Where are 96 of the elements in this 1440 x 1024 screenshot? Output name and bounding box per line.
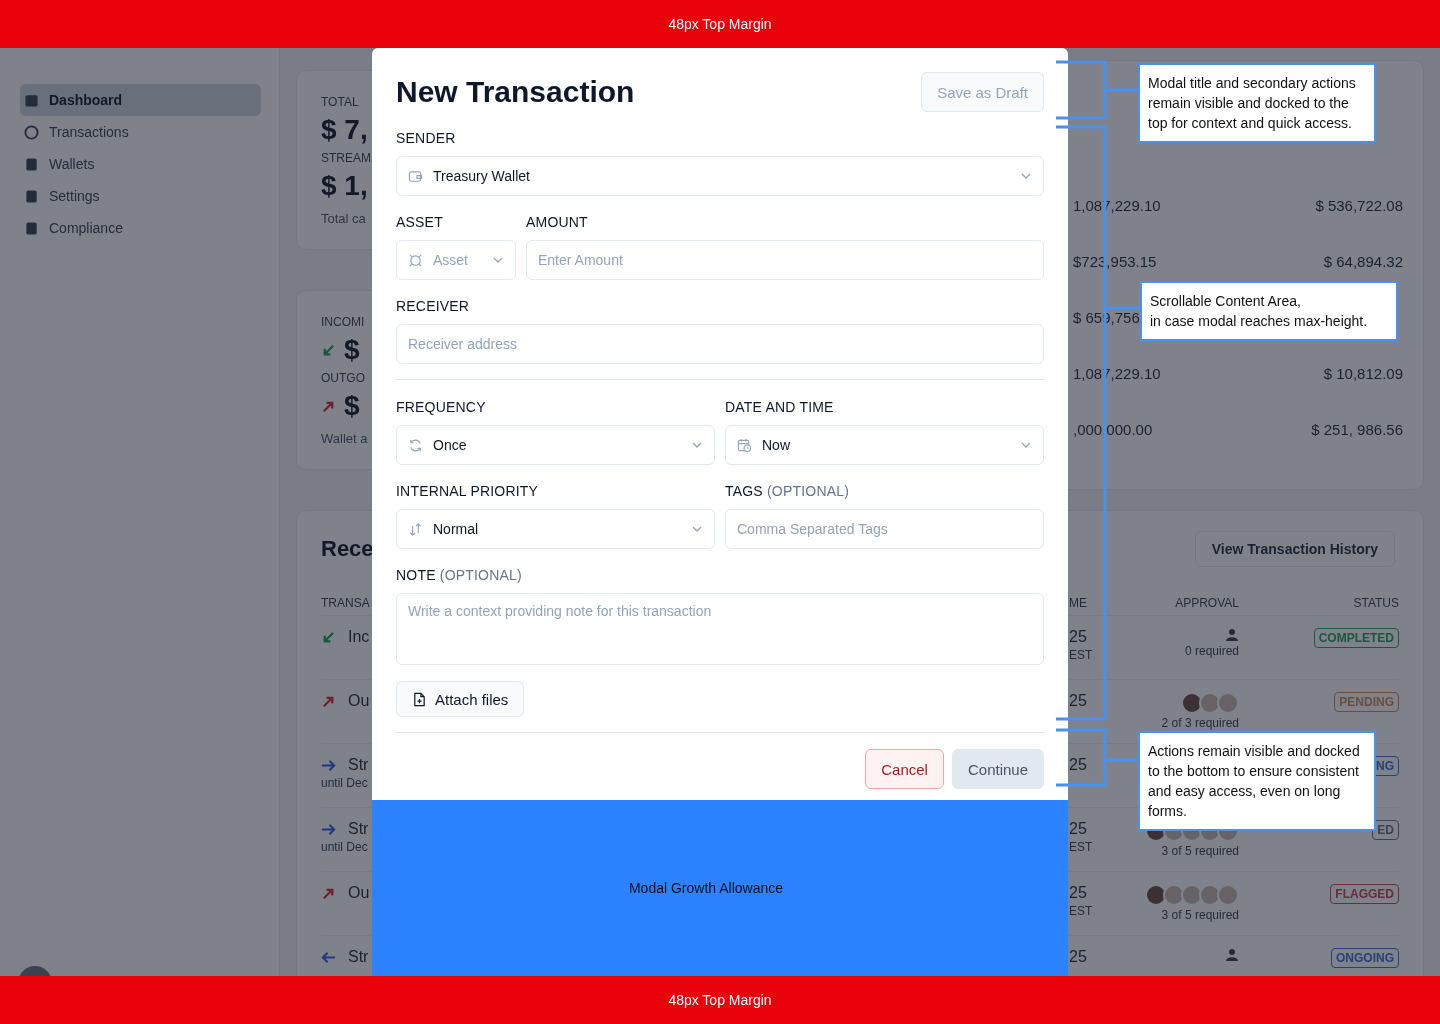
asset-select[interactable]: Asset: [396, 240, 516, 280]
field-label: FREQUENCY: [396, 398, 487, 417]
table-cell-text: $ 536,722.08: [1314, 196, 1404, 214]
timezone-text: EST: [1069, 904, 1094, 918]
card-label: STREAM: [321, 151, 371, 165]
column-header: STATUS: [1352, 596, 1399, 610]
card-title: Rece: [321, 536, 374, 562]
document-icon: [24, 156, 39, 172]
time-text: 25: [1069, 884, 1088, 902]
note-textarea[interactable]: Write a context providing note for this transaction: [396, 593, 1044, 665]
time-text: 25: [1069, 820, 1088, 838]
amount: $: [344, 391, 360, 421]
annotation-note: Actions remain visible and docked to the bottom to ensure consistent and easy access, even on long forms.: [1138, 731, 1376, 831]
status-badge: ONGOING: [1331, 948, 1399, 968]
field-label: SENDER: [396, 129, 457, 148]
approval-text: 3 of 5 required: [1161, 908, 1239, 922]
date-time-select[interactable]: Now: [725, 425, 1044, 465]
field-label: TAGS (OPTIONAL): [725, 482, 851, 501]
field-label: DATE AND TIME: [725, 398, 835, 417]
transaction-subtext: until Dec: [321, 776, 369, 790]
modal-title: New Transaction: [396, 75, 635, 109]
transaction-name: Inc: [348, 628, 370, 646]
column-header: ME: [1069, 596, 1088, 610]
time-text: 25: [1069, 756, 1088, 774]
card-note: Wallet a: [321, 431, 368, 446]
priority-select[interactable]: Normal: [396, 509, 715, 549]
approval-text: 2 of 3 required: [1161, 716, 1239, 730]
table-cell-text: $ 10,812.09: [1322, 364, 1404, 382]
timezone-text: EST: [1069, 648, 1094, 662]
person-icon: [1225, 628, 1239, 642]
transaction-name: Ou: [348, 692, 370, 710]
table-cell-text: $ 251, 986.56: [1310, 420, 1404, 438]
status-badge: ED: [1372, 820, 1399, 840]
transaction-subtext: until Dec: [321, 840, 369, 854]
arrow-down-left-icon: [321, 629, 336, 645]
amount: $ 7,: [321, 115, 368, 145]
card-label: TOTAL: [321, 95, 359, 109]
field-label: RECEIVER: [396, 297, 471, 316]
frequency-select[interactable]: Once: [396, 425, 715, 465]
column-header: APPROVAL: [1174, 596, 1239, 610]
history-button[interactable]: View Transaction History: [1194, 531, 1395, 567]
sender-select[interactable]: Treasury Wallet: [396, 156, 1044, 196]
transaction-name: Str: [348, 820, 369, 838]
cancel-button[interactable]: Cancel: [865, 749, 944, 789]
arrow-right-icon: [321, 821, 336, 837]
field-label: AMOUNT: [526, 213, 589, 232]
field-label: NOTE (OPTIONAL): [396, 566, 523, 585]
annotation-note: Modal title and secondary actions remain visible and docked to the top for context and quick access.: [1138, 63, 1376, 143]
field-label: INTERNAL PRIORITY: [396, 482, 540, 501]
refresh-icon: [408, 437, 423, 453]
approval-text: 0 required: [1184, 644, 1239, 658]
file-plus-icon: [412, 691, 427, 707]
column-header: TRANSA: [321, 596, 371, 610]
attach-files-button[interactable]: Attach files: [396, 681, 525, 717]
sidebar-item[interactable]: Compliance: [20, 212, 261, 244]
sidebar-item[interactable]: Wallets: [20, 148, 261, 180]
calendar-icon: [24, 92, 39, 108]
amount-input[interactable]: Enter Amount: [526, 240, 1044, 280]
calendar-clock-icon: [737, 437, 752, 453]
annotation-note: Scrollable Content Area, in case modal reaches max-height.: [1140, 281, 1398, 341]
arrow-down-left-icon: [321, 342, 336, 358]
status-badge: FLAGGED: [1330, 884, 1399, 904]
card-label: OUTGO: [321, 371, 365, 385]
allowance-label: Modal Growth Allowance: [628, 880, 784, 896]
margin-label: 48px Top Margin: [668, 16, 772, 32]
sidebar-item[interactable]: Settings: [20, 180, 261, 212]
arrow-left-icon: [321, 949, 336, 965]
card-note: Total ca: [321, 211, 366, 226]
tags-input[interactable]: Comma Separated Tags: [725, 509, 1044, 549]
approval-text: 3 of 5 required: [1161, 844, 1239, 858]
table-cell-text: $ 64,894.32: [1322, 252, 1404, 270]
sidebar-item[interactable]: Dashboard: [20, 84, 261, 116]
receiver-input[interactable]: Receiver address: [396, 324, 1044, 364]
time-text: 25: [1069, 692, 1088, 710]
status-badge: COMPLETED: [1313, 628, 1399, 648]
timezone-text: EST: [1069, 840, 1094, 854]
transaction-name: Ou: [348, 884, 370, 902]
document-icon: [24, 220, 39, 236]
wallet-icon: [408, 168, 423, 184]
card-label: INCOMI: [321, 315, 365, 329]
time-text: 25: [1069, 948, 1088, 966]
document-icon: [24, 188, 39, 204]
transaction-name: Str: [348, 948, 369, 966]
sidebar-item[interactable]: Transactions: [20, 116, 261, 148]
sort-arrows-icon: [408, 521, 423, 537]
status-badge: PENDING: [1334, 692, 1399, 712]
margin-label: 48px Top Margin: [668, 992, 772, 1008]
field-label: ASSET: [396, 213, 444, 232]
arrow-right-icon: [321, 757, 336, 773]
amount: $: [344, 335, 360, 365]
time-text: 25: [1069, 628, 1088, 646]
amount: $ 1,: [321, 171, 368, 201]
asset-icon: [408, 252, 423, 268]
person-icon: [1225, 948, 1239, 962]
coin-icon: [24, 124, 39, 140]
transaction-name: Str: [348, 756, 369, 774]
